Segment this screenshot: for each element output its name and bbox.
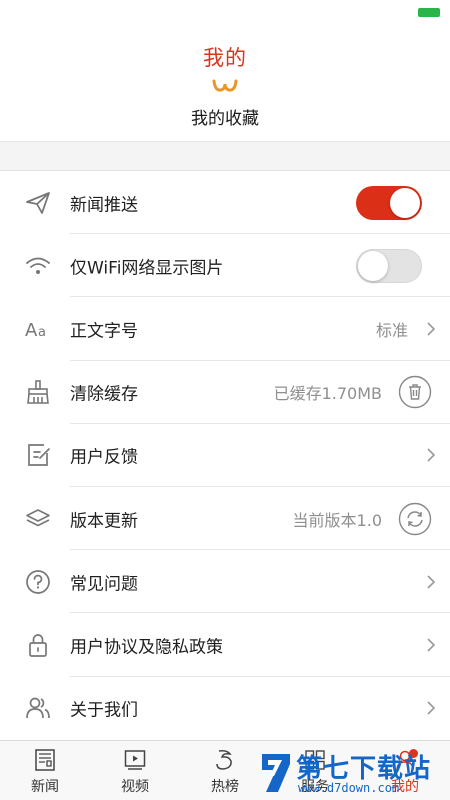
setting-news-push: 新闻推送 — [0, 171, 450, 235]
setting-about-us[interactable]: 关于我们 — [0, 677, 450, 740]
setting-privacy-policy[interactable]: 用户协议及隐私政策 — [0, 613, 450, 677]
feedback-edit-icon — [28, 444, 50, 467]
battery-icon — [418, 8, 440, 17]
watermark-url: www.d7down.com — [298, 781, 400, 795]
tab-video[interactable]: 视频 — [90, 741, 180, 800]
svg-text:a: a — [38, 325, 46, 340]
wifi-images-toggle[interactable] — [356, 248, 422, 283]
setting-font-size[interactable]: A a 正文字号 标准 — [0, 297, 450, 361]
news-push-toggle[interactable] — [356, 185, 422, 220]
paper-plane-icon — [26, 191, 50, 214]
trash-button[interactable] — [398, 375, 432, 409]
tab-news[interactable]: 新闻 — [0, 741, 90, 800]
newspaper-icon — [35, 749, 55, 771]
tab-label: 视频 — [121, 779, 149, 795]
hot-icon — [216, 750, 232, 770]
setting-label: 关于我们 — [70, 700, 138, 721]
watermark: 第七下载站 www.d7down.com — [256, 744, 450, 800]
setting-label: 用户反馈 — [70, 447, 138, 468]
setting-label: 正文字号 — [70, 321, 138, 342]
font-size-value: 标准 — [375, 320, 408, 340]
setting-clear-cache: 清除缓存 已缓存1.70MB — [0, 361, 450, 424]
setting-feedback[interactable]: 用户反馈 — [0, 424, 450, 487]
favorites-icon[interactable] — [211, 78, 239, 94]
watermark-title: 第七下载站 — [296, 754, 432, 784]
tab-label: 新闻 — [31, 779, 59, 795]
status-bar — [0, 0, 450, 26]
video-icon — [124, 750, 146, 770]
toggle-knob — [358, 250, 388, 281]
chevron-right-icon — [427, 575, 436, 589]
chevron-right-icon — [427, 322, 436, 336]
setting-label: 常见问题 — [70, 574, 138, 595]
layers-icon — [26, 508, 50, 526]
svg-text:A: A — [25, 320, 38, 341]
setting-wifi-images: 仅WiFi网络显示图片 — [0, 234, 450, 298]
broom-icon — [27, 380, 49, 404]
font-size-icon: A a — [25, 320, 46, 341]
setting-label: 用户协议及隐私政策 — [70, 637, 223, 658]
setting-label: 仅WiFi网络显示图片 — [70, 258, 224, 279]
header: 我的 我的收藏 — [0, 26, 450, 142]
page-title: 我的 — [203, 46, 247, 70]
watermark-logo — [262, 754, 290, 792]
setting-label: 版本更新 — [70, 511, 138, 532]
setting-faq[interactable]: 常见问题 — [0, 550, 450, 614]
setting-label: 清除缓存 — [70, 384, 138, 405]
setting-version-update: 版本更新 当前版本1.0 — [0, 487, 450, 551]
settings-list: 新闻推送 仅WiFi网络显示图片 A a 正文字号 标准 清除缓存 已缓存1.7… — [0, 170, 450, 740]
refresh-button[interactable] — [398, 502, 432, 536]
lock-icon — [29, 634, 47, 657]
chevron-right-icon — [427, 448, 436, 462]
chevron-right-icon — [427, 701, 436, 715]
setting-label: 新闻推送 — [70, 195, 138, 216]
question-circle-icon — [26, 569, 50, 594]
version-value: 当前版本1.0 — [292, 510, 382, 530]
favorites-link[interactable]: 我的收藏 — [0, 104, 450, 129]
chevron-right-icon — [427, 638, 436, 652]
users-icon — [26, 697, 50, 719]
cache-size-value: 已缓存1.70MB — [273, 384, 382, 404]
toggle-knob — [390, 187, 420, 218]
wifi-icon — [26, 257, 50, 274]
